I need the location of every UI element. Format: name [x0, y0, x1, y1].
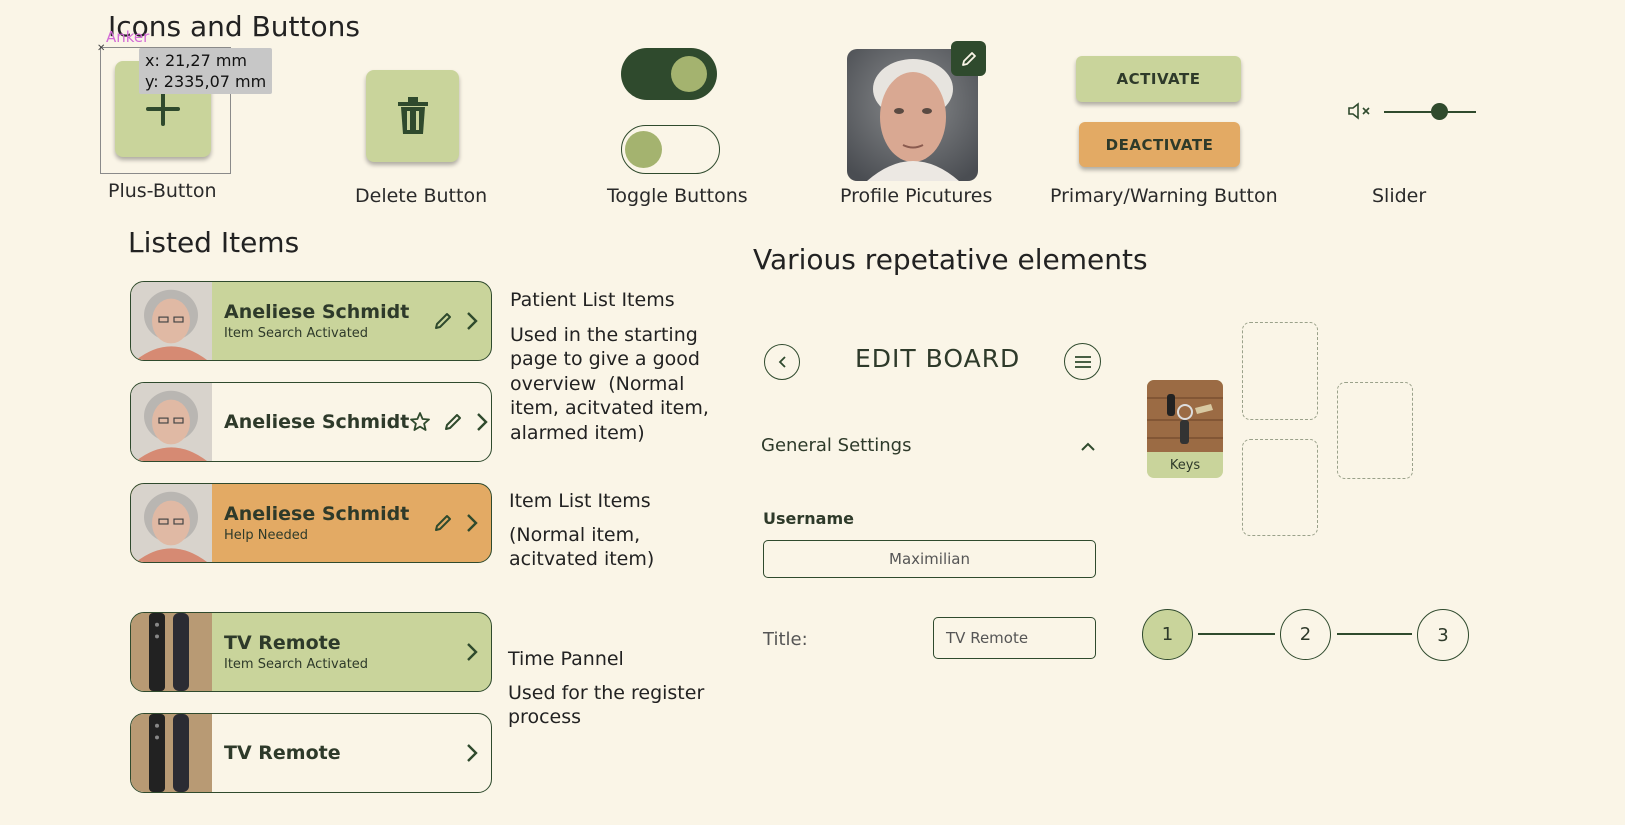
keys-photo [1147, 380, 1223, 452]
profile-edit-button[interactable] [951, 41, 986, 76]
time-panel-description: Time Pannel Used for the register proces… [508, 647, 704, 730]
description-line: (Normal item, [509, 523, 641, 546]
title-label: Title: [763, 629, 808, 650]
pencil-icon [961, 51, 976, 66]
board-item-keys[interactable]: Keys [1147, 380, 1223, 478]
chevron-right-icon[interactable] [465, 311, 479, 331]
list-item-status: Item Search Activated [224, 326, 369, 341]
step-1[interactable]: 1 [1142, 609, 1193, 660]
coordinate-y: y: 2335,07 mm [145, 72, 267, 91]
description-title: Item List Items [509, 490, 651, 512]
list-item-name: Aneliese Schmidt [224, 301, 410, 323]
description-line: process [508, 706, 582, 728]
item-list-item-activated[interactable]: TV Remote Item Search Activated [130, 612, 492, 692]
toggle-on[interactable] [621, 48, 717, 100]
list-item-name: TV Remote [224, 742, 341, 764]
board-slot[interactable] [1242, 322, 1318, 420]
list-item-name: TV Remote [224, 632, 341, 654]
board-item-label: Keys [1169, 458, 1201, 473]
caption-plus: Plus-Button [108, 180, 217, 202]
patient-list-description: Patient List Items Used in the starting … [510, 288, 709, 445]
description-line: Used in the starting [510, 323, 698, 346]
toggle-knob [625, 131, 662, 168]
patient-photo [131, 282, 212, 360]
patient-list-item-normal[interactable]: Aneliese Schmidt [130, 382, 492, 462]
toggle-off[interactable] [621, 125, 720, 174]
activate-button[interactable]: ACTIVATE [1076, 56, 1241, 102]
menu-button[interactable] [1064, 343, 1101, 380]
chevron-right-icon[interactable] [475, 412, 489, 432]
patient-photo [131, 484, 212, 562]
title-input[interactable]: TV Remote [933, 617, 1096, 659]
menu-icon [1074, 355, 1091, 368]
item-photo [131, 613, 212, 691]
item-photo [131, 714, 212, 792]
delete-button[interactable] [366, 70, 459, 162]
pencil-icon[interactable] [433, 311, 453, 331]
repetitive-elements-title: Various repetative elements [753, 243, 1148, 276]
caption-delete: Delete Button [355, 185, 488, 207]
description-line: item, acitvated item, [510, 397, 709, 419]
anchor-mark-icon: ✕ [97, 43, 106, 54]
patient-photo [131, 383, 212, 461]
description-line: alarmed item) [510, 421, 645, 444]
edit-board-title: EDIT BOARD [855, 344, 1021, 373]
description-line: overview (Normal [510, 372, 685, 395]
pencil-icon[interactable] [433, 513, 453, 533]
listed-items-title: Listed Items [128, 226, 300, 259]
description-title: Time Pannel [508, 648, 624, 670]
chevron-up-icon[interactable] [1080, 438, 1096, 457]
description-line: acitvated item) [509, 548, 655, 570]
step-connector [1198, 633, 1275, 635]
caption-toggle: Toggle Buttons [607, 185, 748, 207]
list-item-status: Help Needed [224, 528, 308, 543]
caption-profile: Profile Picutures [840, 185, 993, 207]
chevron-right-icon[interactable] [465, 743, 479, 763]
anchor-label: Anker [106, 28, 150, 46]
username-input[interactable]: Maximilian [763, 540, 1096, 578]
caption-slider: Slider [1372, 185, 1427, 207]
username-label: Username [763, 509, 854, 528]
list-item-name: Aneliese Schmidt [224, 411, 410, 433]
description-line: page to give a good [510, 348, 700, 370]
coordinate-x: x: 21,27 mm [145, 51, 248, 70]
general-settings-label[interactable]: General Settings [761, 435, 912, 456]
patient-list-item-alarmed[interactable]: Aneliese Schmidt Help Needed [130, 483, 492, 563]
item-list-description: Item List Items (Normal item, acitvated … [509, 489, 654, 572]
deactivate-button[interactable]: DEACTIVATE [1079, 122, 1240, 167]
board-slot[interactable] [1337, 382, 1413, 479]
board-slot[interactable] [1242, 439, 1318, 536]
trash-icon [397, 97, 428, 134]
patient-list-item-activated[interactable]: Aneliese Schmidt Item Search Activated [130, 281, 492, 361]
star-icon[interactable] [409, 411, 431, 433]
toggle-knob [671, 56, 707, 92]
slider-thumb[interactable] [1430, 103, 1448, 120]
description-title: Patient List Items [510, 289, 675, 311]
pencil-icon[interactable] [443, 412, 463, 432]
step-connector [1337, 633, 1412, 635]
back-button[interactable] [764, 344, 800, 380]
list-item-status: Item Search Activated [224, 657, 369, 672]
coordinate-readout: x: 21,27 mm y: 2335,07 mm [139, 48, 273, 94]
step-3[interactable]: 3 [1417, 609, 1469, 661]
chevron-right-icon[interactable] [465, 513, 479, 533]
list-item-name: Aneliese Schmidt [224, 503, 410, 525]
caption-primary-warning: Primary/Warning Button [1050, 185, 1278, 207]
mute-icon[interactable] [1347, 101, 1373, 125]
step-2[interactable]: 2 [1280, 609, 1331, 660]
description-line: Used for the register [508, 681, 705, 704]
chevron-right-icon[interactable] [465, 642, 479, 662]
item-list-item-normal[interactable]: TV Remote [130, 713, 492, 793]
plus-icon [146, 92, 180, 126]
chevron-left-icon [778, 356, 786, 368]
